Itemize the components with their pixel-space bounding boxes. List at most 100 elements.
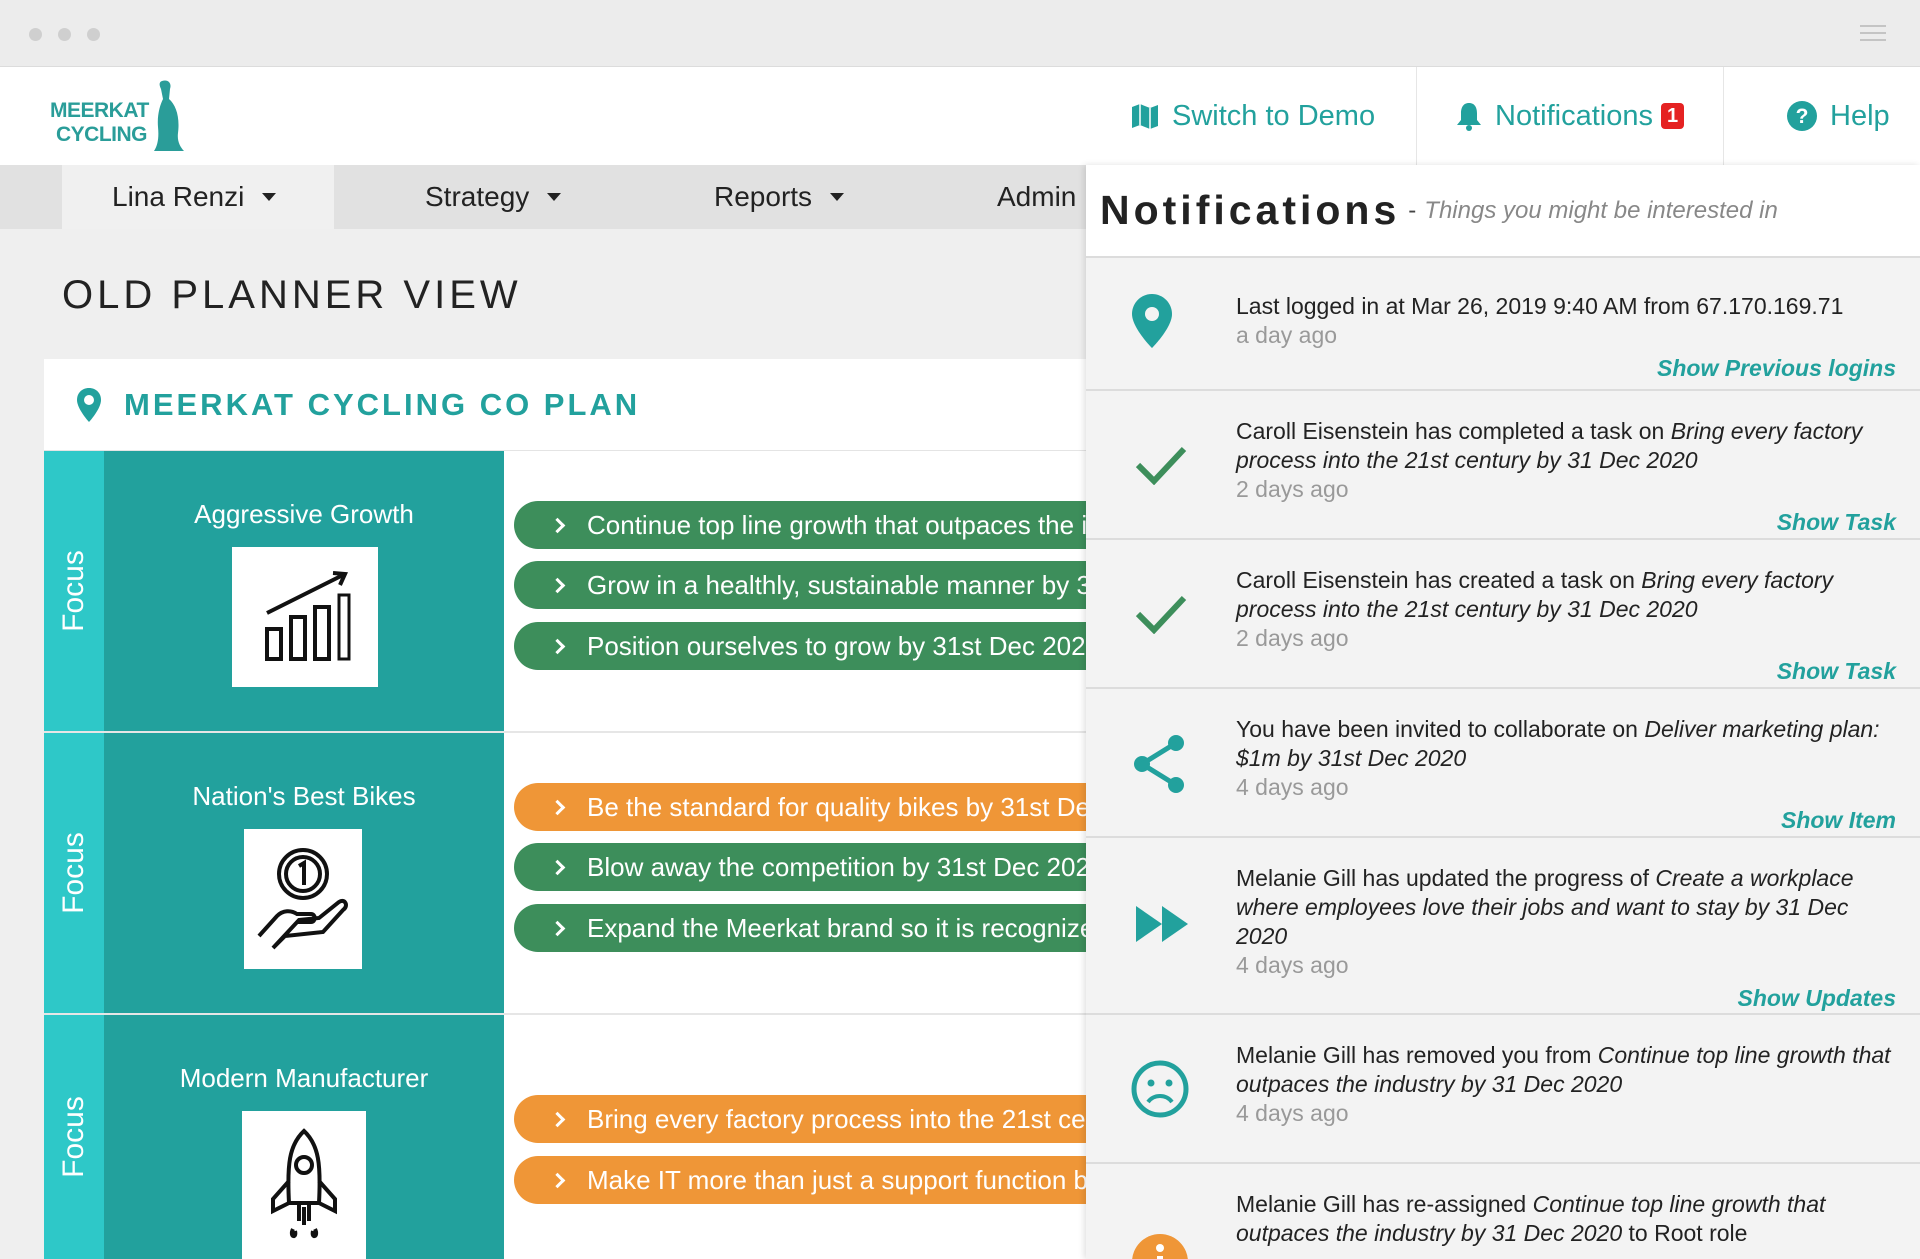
notifications-panel-title: Notifications	[1100, 187, 1401, 233]
nav-reports-menu[interactable]: Reports	[714, 165, 845, 229]
objective-label: Blow away the competition by 31st Dec 20…	[587, 851, 1090, 882]
notification-time: 2 days ago	[1236, 476, 1349, 502]
caret-down-icon	[830, 193, 845, 201]
notification-text-a: Melanie Gill has removed you from	[1236, 1042, 1598, 1068]
notification-text-a: Caroll Eisenstein has completed a task o…	[1236, 418, 1671, 444]
chevron-right-icon	[549, 1172, 566, 1188]
notification-text: Caroll Eisenstein has created a task on …	[1236, 566, 1896, 624]
window-dot-close[interactable]	[29, 28, 42, 41]
chevron-right-icon	[549, 577, 566, 593]
show-item-link[interactable]: Show Item	[1236, 806, 1896, 834]
plan-title: MEERKAT CYCLING CO PLAN	[124, 386, 641, 422]
focus-side-tab: Focus	[44, 451, 104, 731]
notification-text: Melanie Gill has re-assigned Continue to…	[1236, 1190, 1896, 1248]
notification-text-c: to Root role	[1622, 1220, 1748, 1246]
help-button[interactable]: ? Help	[1786, 67, 1890, 165]
window-dot-maximize[interactable]	[87, 28, 100, 41]
notification-text-a: Melanie Gill has re-assigned	[1236, 1191, 1533, 1217]
rocket-icon	[271, 1128, 337, 1238]
svg-text:?: ?	[1796, 105, 1809, 128]
notifications-button[interactable]: Notifications 1	[1416, 67, 1724, 165]
notification-item[interactable]: Melanie Gill has removed you from Contin…	[1086, 1015, 1920, 1164]
chevron-right-icon	[549, 638, 566, 654]
objective-label: Expand the Meerkat brand so it is recogn…	[587, 912, 1095, 943]
notification-item[interactable]: Caroll Eisenstein has completed a task o…	[1086, 391, 1920, 540]
window-dot-minimize[interactable]	[58, 28, 71, 41]
meerkat-silhouette-icon	[154, 80, 184, 151]
page-title: OLD PLANNER VIEW	[62, 273, 522, 317]
notification-count-badge: 1	[1660, 103, 1685, 129]
focus-area-card[interactable]: Aggressive Growth	[104, 451, 504, 731]
hand-coin-icon	[257, 848, 348, 950]
map-icon	[1132, 104, 1158, 129]
show-updates-link[interactable]: Show Updates	[1236, 984, 1896, 1012]
switch-to-demo-label: Switch to Demo	[1172, 99, 1376, 132]
fast-forward-icon	[1136, 906, 1188, 942]
focus-side-tab: Focus	[44, 733, 104, 1013]
focus-side-tab: Focus	[44, 1015, 104, 1259]
chevron-right-icon	[549, 799, 566, 815]
focus-area-name: Modern Manufacturer	[179, 1063, 429, 1093]
location-pin-icon	[77, 387, 101, 422]
switch-to-demo-button[interactable]: Switch to Demo	[1130, 67, 1375, 165]
notification-time: 4 days ago	[1236, 1100, 1349, 1126]
notification-text-a: Caroll Eisenstein has created a task on	[1236, 567, 1642, 593]
notification-item[interactable]: Melanie Gill has re-assigned Continue to…	[1086, 1164, 1920, 1259]
notifications-panel-header: Notifications - Things you might be inter…	[1086, 165, 1920, 258]
notifications-panel: Notifications - Things you might be inter…	[1086, 165, 1920, 1259]
objective-label: Grow in a healthly, sustainable manner b…	[587, 569, 1106, 600]
notification-item[interactable]: Caroll Eisenstein has created a task on …	[1086, 540, 1920, 689]
notification-time: 2 days ago	[1236, 625, 1349, 651]
objective-label: Make IT more than just a support functio…	[587, 1164, 1089, 1195]
notification-time: a day ago	[1236, 322, 1338, 348]
focus-area-card[interactable]: Nation's Best Bikes	[104, 733, 504, 1013]
focus-area-image	[232, 547, 378, 687]
sad-face-icon	[1131, 1060, 1189, 1118]
objective-label: Continue top line growth that outpaces t…	[587, 509, 1088, 540]
hamburger-menu-icon[interactable]	[1860, 25, 1886, 43]
share-icon	[1134, 735, 1184, 793]
notifications-panel-subtitle-wrap: - Things you might be interested in	[1408, 196, 1778, 224]
nav-strategy-menu[interactable]: Strategy	[425, 165, 562, 229]
notification-time: 4 days ago	[1236, 774, 1349, 800]
logo-line-1: MEERKAT	[50, 99, 149, 122]
checkmark-icon	[1135, 595, 1187, 634]
logo-line-2: CYCLING	[56, 123, 147, 146]
focus-area-image	[242, 1111, 366, 1259]
show-previous-logins-link[interactable]: Show Previous logins	[1236, 354, 1896, 382]
objective-label: Bring every factory process into the 21s…	[587, 1103, 1095, 1134]
notification-text: Melanie Gill has updated the progress of…	[1236, 864, 1896, 951]
notification-text: Melanie Gill has removed you from Contin…	[1236, 1041, 1896, 1099]
notification-text-a: You have been invited to collaborate on	[1236, 716, 1645, 742]
objective-label: Be the standard for quality bikes by 31s…	[587, 791, 1090, 822]
focus-area-image	[244, 829, 362, 969]
caret-down-icon	[262, 193, 277, 201]
checkmark-icon	[1135, 446, 1187, 485]
notification-item[interactable]: Melanie Gill has updated the progress of…	[1086, 838, 1920, 1015]
show-task-link[interactable]: Show Task	[1236, 657, 1896, 685]
location-pin-icon	[1132, 294, 1172, 348]
app-header: MEERKAT CYCLING Switch to Demo Notificat…	[0, 67, 1920, 165]
notification-text: You have been invited to collaborate on …	[1236, 715, 1896, 773]
focus-area-name: Aggressive Growth	[194, 499, 414, 529]
focus-area-card[interactable]: Modern Manufacturer	[104, 1015, 504, 1259]
chevron-right-icon	[549, 1111, 566, 1127]
nav-admin-menu[interactable]: Admin	[997, 165, 1076, 229]
bell-icon	[1457, 103, 1481, 131]
chevron-right-icon	[549, 517, 566, 533]
chevron-right-icon	[549, 920, 566, 936]
notification-text-a: Melanie Gill has updated the progress of	[1236, 865, 1656, 891]
meerkat-cycling-logo[interactable]: MEERKAT CYCLING	[50, 79, 190, 157]
notification-item[interactable]: You have been invited to collaborate on …	[1086, 689, 1920, 838]
help-label: Help	[1830, 99, 1890, 132]
logo-text: MEERKAT CYCLING	[50, 99, 149, 147]
info-circle-icon	[1132, 1234, 1188, 1259]
nav-user-menu[interactable]: Lina Renzi	[62, 165, 334, 229]
chevron-right-icon	[549, 859, 566, 875]
notifications-panel-subtitle: Things you might be interested in	[1424, 196, 1778, 224]
notifications-label: Notifications	[1495, 99, 1653, 132]
focus-side-label: Focus	[57, 550, 90, 632]
notification-time: 4 days ago	[1236, 952, 1349, 978]
notification-item[interactable]: Last logged in at Mar 26, 2019 9:40 AM f…	[1086, 258, 1920, 391]
show-task-link[interactable]: Show Task	[1236, 508, 1896, 536]
